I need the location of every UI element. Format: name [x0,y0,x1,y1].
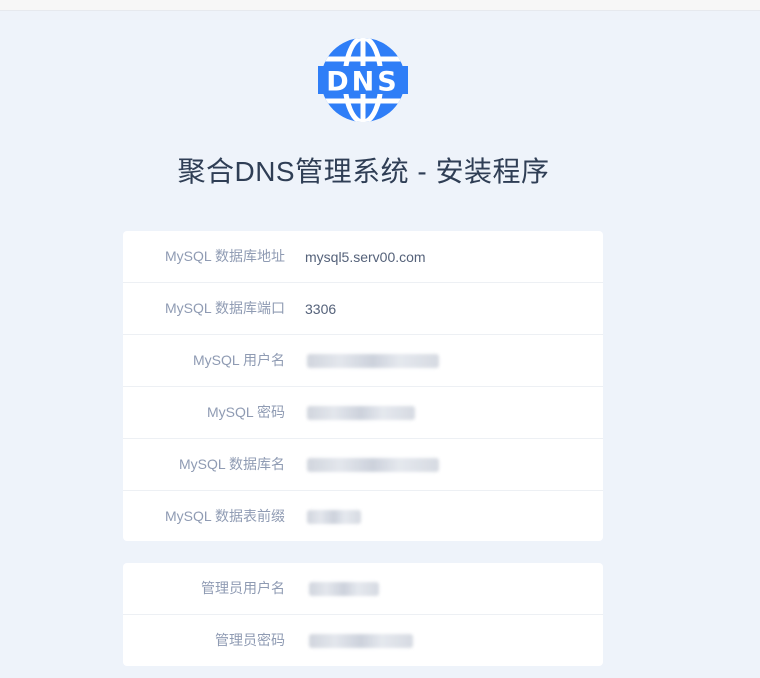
db-port-label: MySQL 数据库端口 [164,300,285,316]
db-host-label: MySQL 数据库地址 [164,248,285,264]
db-host-row: MySQL 数据库地址 [123,231,603,283]
redacted-value-mask [309,582,379,596]
db-port-input[interactable] [305,283,595,335]
dns-globe-logo: DNS [318,38,408,122]
redacted-value-mask [307,406,415,420]
db-password-label: MySQL 密码 [206,404,285,420]
admin-settings-panel: 管理员用户名 管理员密码 [123,563,603,666]
database-settings-panel: MySQL 数据库地址 MySQL 数据库端口 MySQL 用户名 MySQL … [123,231,603,541]
db-user-row: MySQL 用户名 [123,335,603,387]
redacted-value-mask [307,458,439,472]
db-port-row: MySQL 数据库端口 [123,283,603,335]
db-host-input[interactable] [305,231,595,283]
page-title: 聚合DNS管理系统 - 安装程序 [177,156,550,187]
logo-text: DNS [326,67,399,98]
admin-password-label: 管理员密码 [215,632,285,648]
admin-user-label: 管理员用户名 [201,580,285,596]
redacted-value-mask [307,354,439,368]
db-prefix-label: MySQL 数据表前缀 [164,508,285,524]
db-name-label: MySQL 数据库名 [178,456,285,472]
admin-password-row: 管理员密码 [123,615,603,666]
db-name-row: MySQL 数据库名 [123,439,603,491]
db-prefix-row: MySQL 数据表前缀 [123,491,603,541]
browser-top-bar [0,0,760,11]
db-password-row: MySQL 密码 [123,387,603,439]
redacted-value-mask [307,510,361,524]
admin-user-row: 管理员用户名 [123,563,603,615]
db-user-label: MySQL 用户名 [192,352,285,368]
redacted-value-mask [309,634,413,648]
